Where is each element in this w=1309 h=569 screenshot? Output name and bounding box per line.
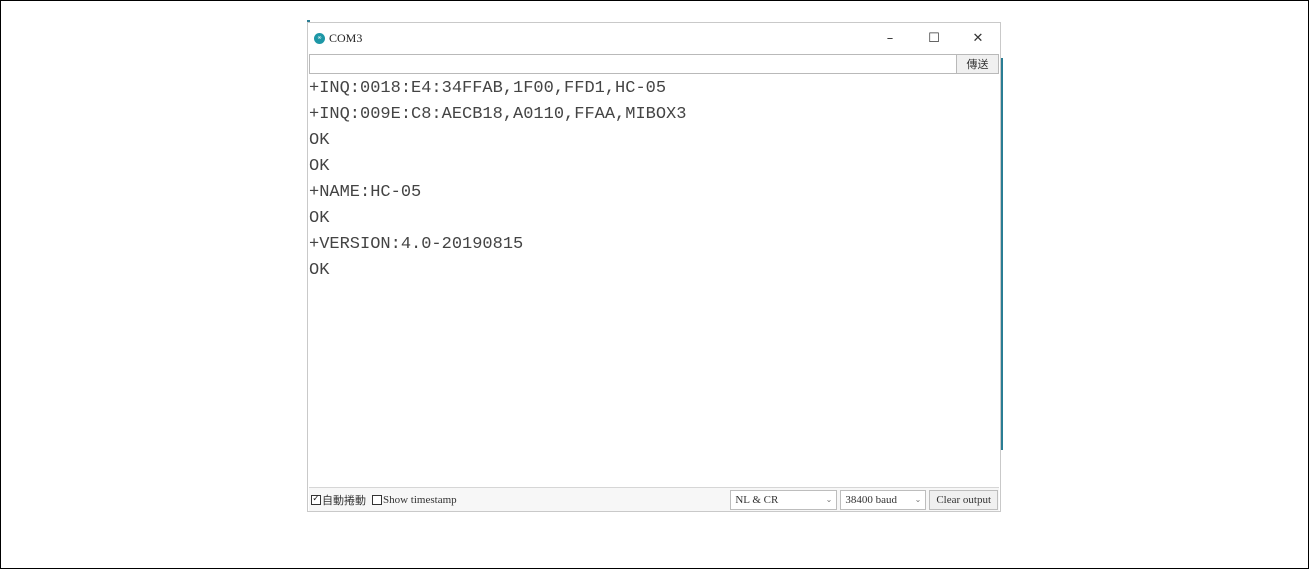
accent-strip-right <box>1001 58 1003 450</box>
output-line: OK <box>309 157 330 176</box>
line-ending-select[interactable]: NL & CR ⌄ <box>730 489 838 510</box>
autoscroll-label: 自動捲動 <box>322 494 366 507</box>
send-button[interactable]: 傳送 <box>957 54 999 74</box>
send-row: 傳送 <box>309 54 999 74</box>
chevron-down-icon: ⌄ <box>914 495 922 504</box>
autoscroll-toggle[interactable]: ✓ 自動捲動 <box>311 492 370 508</box>
output-line: OK <box>309 209 330 228</box>
minimize-icon[interactable]: – <box>868 23 912 53</box>
output-line: OK <box>309 261 330 280</box>
line-ending-value: NL & CR <box>735 493 779 506</box>
status-bar: ✓ 自動捲動 Show timestamp NL & CR ⌄ 38400 ba… <box>309 487 999 511</box>
baud-rate-value: 38400 baud <box>845 493 897 506</box>
serial-output[interactable]: +INQ:0018:E4:34FFAB,1F00,FFD1,HC-05 +INQ:… <box>309 76 999 487</box>
chevron-down-icon: ⌄ <box>825 495 833 504</box>
output-line: OK <box>309 131 330 150</box>
send-input[interactable] <box>309 54 957 74</box>
close-icon[interactable]: ✕ <box>956 23 1000 53</box>
window-controls: – ☐ ✕ <box>868 23 1000 53</box>
output-line: +INQ:0018:E4:34FFAB,1F00,FFD1,HC-05 <box>309 79 667 98</box>
window-title: COM3 <box>329 30 363 45</box>
output-line: +VERSION:4.0-20190815 <box>309 235 524 254</box>
maximize-icon[interactable]: ☐ <box>912 23 956 53</box>
serial-monitor-window: ∞ COM3 – ☐ ✕ 傳送 +INQ:0018:E4:34FFAB,1F00… <box>307 22 1001 512</box>
timestamp-toggle[interactable]: Show timestamp <box>372 494 461 506</box>
timestamp-label: Show timestamp <box>383 493 457 506</box>
output-line: +NAME:HC-05 <box>309 183 422 202</box>
title-bar: ∞ COM3 – ☐ ✕ <box>308 23 1000 53</box>
output-line: +INQ:009E:C8:AECB18,A0110,FFAA,MIBOX3 <box>309 105 687 124</box>
arduino-icon: ∞ <box>314 32 325 44</box>
autoscroll-checkbox[interactable]: ✓ <box>311 494 321 505</box>
clear-output-button[interactable]: Clear output <box>929 489 998 510</box>
baud-rate-select[interactable]: 38400 baud ⌄ <box>840 489 927 510</box>
timestamp-checkbox[interactable] <box>372 494 382 505</box>
